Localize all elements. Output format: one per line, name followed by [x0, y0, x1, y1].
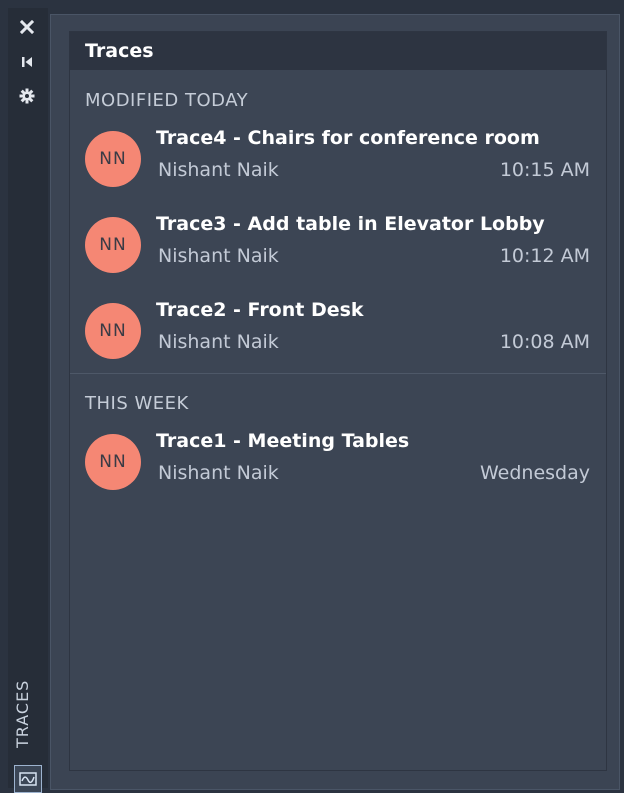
trace-time: 10:12 AM: [499, 245, 590, 267]
trace-author: Nishant Naik: [158, 331, 279, 353]
traces-palette: Traces MODIFIED TODAY NN Trace4 - Chairs…: [69, 31, 607, 771]
close-icon[interactable]: [16, 16, 38, 38]
trace-list-item[interactable]: NN Trace1 - Meeting Tables Nishant Naik …: [70, 418, 606, 504]
avatar: NN: [85, 303, 141, 359]
trace-list-item[interactable]: NN Trace2 - Front Desk Nishant Naik 10:0…: [70, 287, 606, 373]
avatar: NN: [85, 217, 141, 273]
traces-icon[interactable]: [14, 765, 42, 793]
section-heading-this-week: THIS WEEK: [85, 393, 189, 414]
avatar: NN: [85, 434, 141, 490]
trace-time: 10:08 AM: [499, 331, 590, 353]
trace-title: Trace1 - Meeting Tables: [156, 430, 410, 452]
palette-title: Traces: [70, 32, 606, 70]
trace-title: Trace3 - Add table in Elevator Lobby: [156, 213, 545, 235]
trace-author: Nishant Naik: [158, 245, 279, 267]
trace-title: Trace4 - Chairs for conference room: [156, 127, 540, 149]
section-heading-modified-today: MODIFIED TODAY: [85, 90, 249, 111]
collapse-icon[interactable]: [16, 51, 38, 73]
trace-author: Nishant Naik: [158, 462, 279, 484]
avatar: NN: [85, 131, 141, 187]
trace-title: Trace2 - Front Desk: [156, 299, 364, 321]
trace-time: Wednesday: [479, 462, 590, 484]
traces-panel: Traces MODIFIED TODAY NN Trace4 - Chairs…: [50, 14, 620, 790]
trace-author: Nishant Naik: [158, 159, 279, 181]
trace-list-item[interactable]: NN Trace3 - Add table in Elevator Lobby …: [70, 201, 606, 287]
section-divider: [70, 373, 606, 374]
trace-list-item[interactable]: NN Trace4 - Chairs for conference room N…: [70, 115, 606, 201]
side-toolbar: TRACES: [8, 8, 48, 793]
traces-window: TRACES Traces MODIFIED TODAY NN Trace4 -…: [0, 0, 624, 793]
trace-time: 10:15 AM: [499, 159, 590, 181]
gear-icon[interactable]: [16, 85, 38, 107]
traces-tab-label[interactable]: TRACES: [13, 680, 32, 748]
